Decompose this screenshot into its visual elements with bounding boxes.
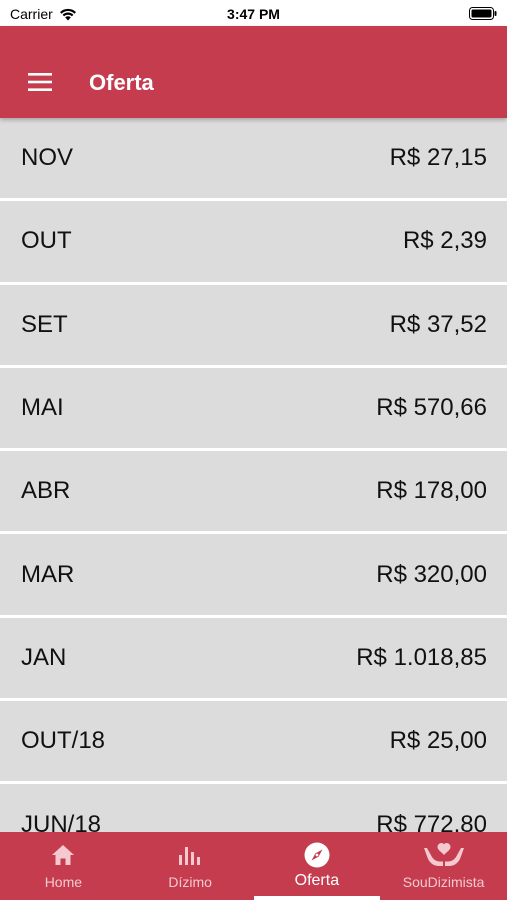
amount-value: R$ 2,39 — [402, 227, 487, 255]
month-label: MAR — [21, 560, 75, 588]
amount-value: R$ 178,00 — [376, 477, 487, 505]
hamburger-icon — [28, 73, 52, 91]
list-item[interactable]: OUT/18 R$ 25,00 — [0, 701, 507, 785]
nav-dizimo[interactable]: Dízimo — [127, 832, 254, 900]
compass-icon — [304, 842, 330, 868]
month-label: ABR — [21, 477, 71, 505]
month-label: MAI — [21, 394, 64, 422]
nav-home-label: Home — [44, 874, 83, 890]
month-label: NOV — [21, 144, 74, 172]
nav-oferta[interactable]: Oferta — [253, 832, 381, 900]
menu-button[interactable] — [28, 73, 52, 91]
list-item[interactable]: SET R$ 37,52 — [0, 284, 507, 368]
list-item[interactable]: JAN R$ 1.018,85 — [0, 617, 507, 702]
nav-dizimo-label: Dízimo — [168, 874, 212, 890]
battery-icon — [469, 7, 497, 23]
amount-value: R$ 1.018,85 — [356, 643, 487, 671]
hands-heart-icon — [423, 843, 464, 866]
nav-oferta-label: Oferta — [294, 872, 340, 889]
status-bar: Carrier 3:47 PM — [0, 0, 507, 26]
amount-value: R$ 320,00 — [376, 560, 487, 588]
app-header: Oferta — [0, 26, 507, 118]
offer-list[interactable]: NOV R$ 27,15 OUT R$ 2,39 SET R$ 37,52 MA… — [0, 118, 507, 832]
month-label: OUT — [21, 227, 72, 255]
clock: 3:47 PM — [227, 6, 280, 22]
nav-soudizimista[interactable]: SouDizimista — [380, 832, 507, 900]
month-label: SET — [21, 310, 68, 338]
amount-value: R$ 27,15 — [389, 144, 487, 172]
home-icon — [52, 845, 75, 865]
nav-home[interactable]: Home — [0, 832, 127, 900]
nav-soudizimista-label: SouDizimista — [402, 874, 485, 890]
list-item[interactable]: MAR R$ 320,00 — [0, 534, 507, 618]
bar-chart-icon — [179, 847, 201, 865]
amount-value: R$ 25,00 — [389, 727, 487, 755]
amount-value: R$ 570,66 — [376, 394, 487, 422]
amount-value: R$ 772,80 — [376, 810, 487, 832]
month-label: JAN — [21, 643, 67, 671]
page-title: Oferta — [89, 70, 154, 95]
bottom-navigation: Home Dízimo Oferta SouDizimista — [0, 832, 507, 900]
list-item[interactable]: NOV R$ 27,15 — [0, 118, 507, 202]
list-item[interactable]: ABR R$ 178,00 — [0, 451, 507, 535]
month-label: JUN/18 — [21, 810, 102, 832]
list-item[interactable]: JUN/18 R$ 772,80 — [0, 784, 507, 832]
list-item[interactable]: MAI R$ 570,66 — [0, 367, 507, 452]
list-item[interactable]: OUT R$ 2,39 — [0, 201, 507, 285]
amount-value: R$ 37,52 — [389, 310, 487, 338]
month-label: OUT/18 — [21, 727, 106, 755]
